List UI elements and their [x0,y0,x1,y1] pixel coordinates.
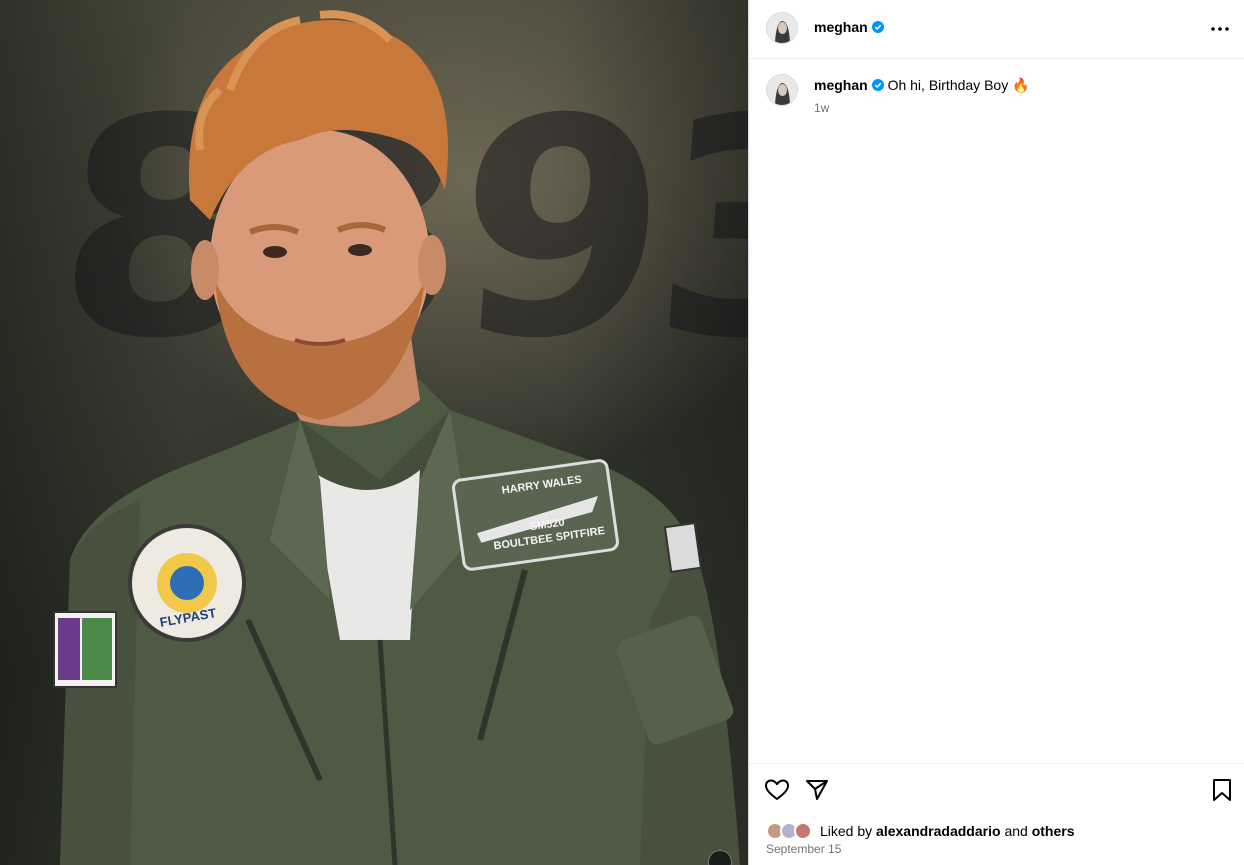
author-avatar[interactable] [766,12,798,44]
post-image[interactable]: 8393 [0,0,748,865]
likes-others[interactable]: others [1032,823,1075,839]
liker-avatars [766,820,820,842]
liker-avatar [794,822,812,840]
caption-username[interactable]: meghan [814,77,868,93]
avatar-image [767,13,797,43]
more-horizontal-icon[interactable] [1209,18,1231,40]
fire-emoji: 🔥 [1012,77,1030,93]
avatar-image [767,75,797,105]
post-sidebar: meghan meghan Oh hi, Birthday Boy 🔥 1w L… [748,0,1244,865]
bookmark-icon[interactable] [1209,777,1235,803]
post-header: meghan [749,0,1244,59]
verified-badge-icon [871,79,884,91]
author-username[interactable]: meghan [814,19,884,35]
caption-timestamp[interactable]: 1w [814,101,829,115]
caption-text: Oh hi, Birthday Boy [887,77,1009,93]
caption-text-line: meghan Oh hi, Birthday Boy 🔥 [814,76,1224,94]
liker-username[interactable]: alexandradaddario [876,823,1001,839]
heart-icon[interactable] [764,777,790,803]
verified-badge-icon [871,21,884,33]
post-date[interactable]: September 15 [766,842,841,856]
author-username-text[interactable]: meghan [814,19,868,35]
person-illustration [53,10,740,865]
likes-summary[interactable]: Liked by alexandradaddario and others [766,820,1074,842]
instagram-post: 8393 [0,0,1244,865]
paper-plane-icon[interactable] [804,777,830,803]
likes-and: and [1004,823,1028,839]
caption-avatar[interactable] [766,74,798,106]
action-bar [749,763,1244,764]
likes-prefix: Liked by [820,823,873,839]
